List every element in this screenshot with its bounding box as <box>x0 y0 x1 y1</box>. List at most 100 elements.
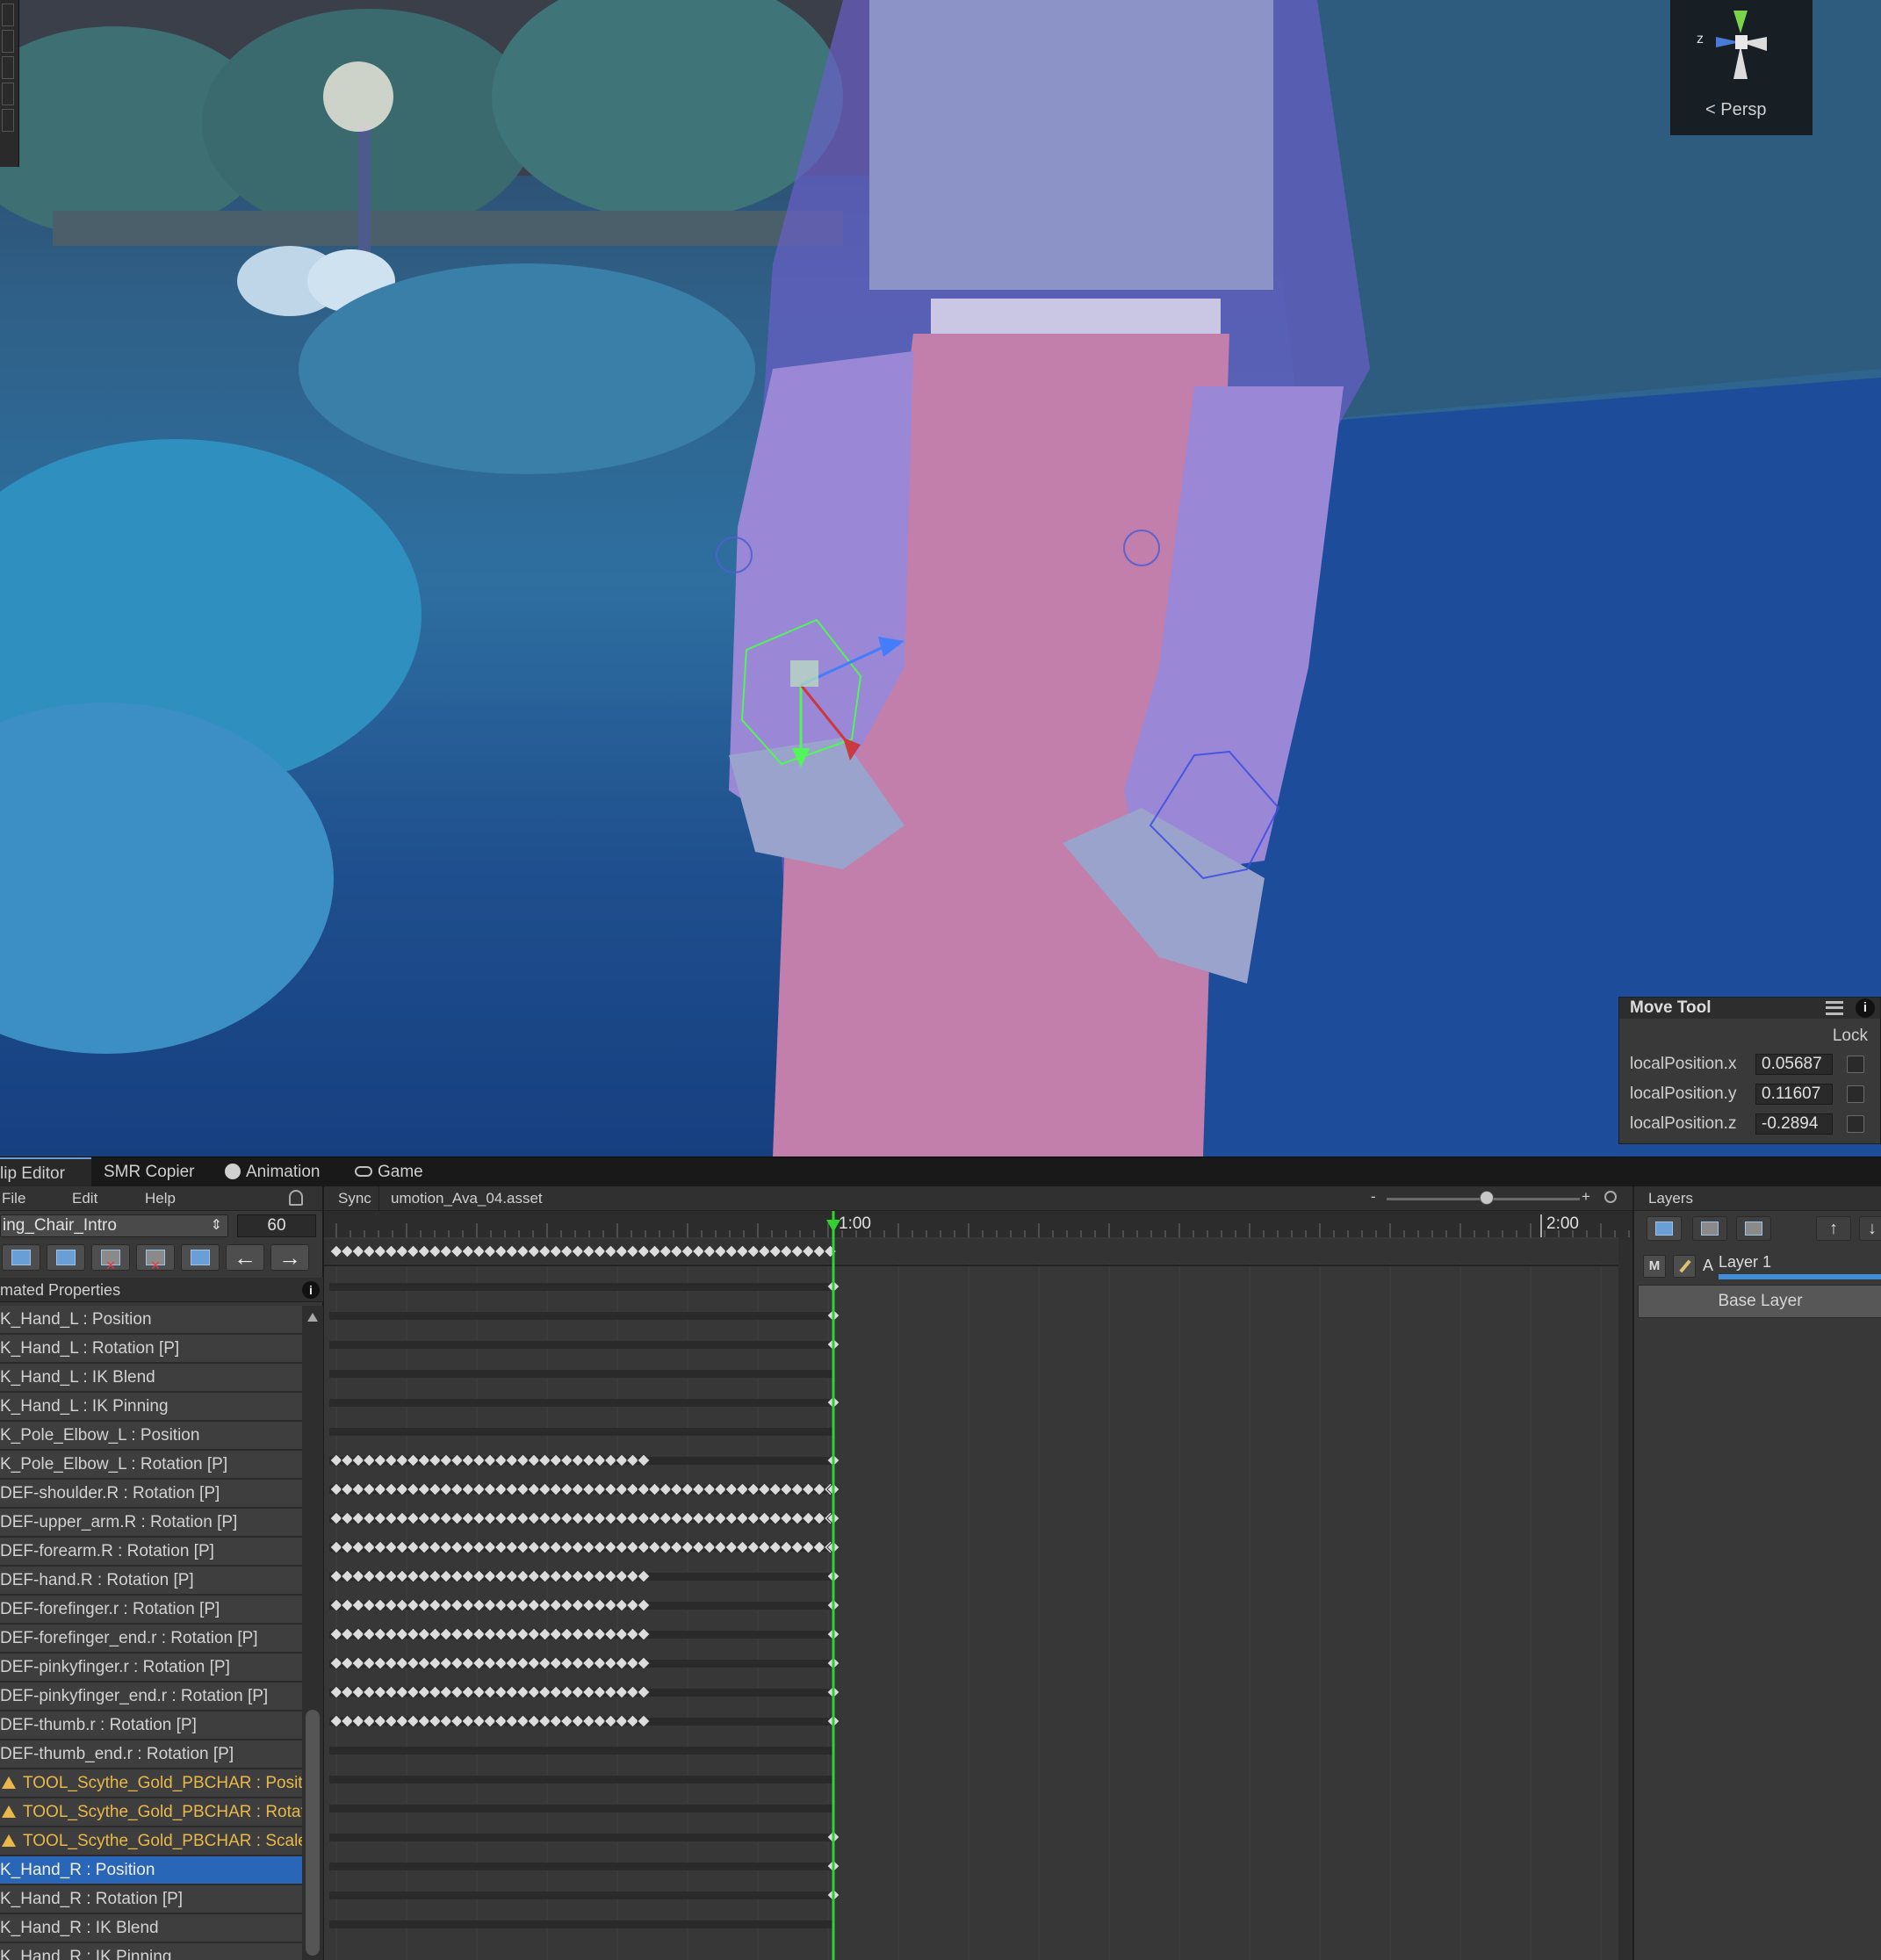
tab-smr-copier[interactable]: SMR Copier <box>104 1157 209 1187</box>
lock-x-checkbox[interactable] <box>1847 1056 1864 1073</box>
base-layer[interactable]: Base Layer <box>1638 1285 1881 1318</box>
projection-label[interactable]: < Persp <box>1705 100 1767 120</box>
dopesheet-canvas[interactable]: 1:00 2:00 <box>324 1211 1632 1960</box>
info-icon[interactable]: i <box>302 1281 320 1299</box>
lock-z-checkbox[interactable] <box>1847 1115 1864 1133</box>
search-icon[interactable] <box>1604 1191 1617 1203</box>
property-row[interactable]: K_Hand_L : IK Pinning <box>0 1393 302 1422</box>
zoom-in-button[interactable]: + <box>1582 1188 1590 1206</box>
tool-button[interactable] <box>2 56 14 79</box>
property-row[interactable]: DEF-shoulder.R : Rotation [P] <box>0 1480 302 1509</box>
property-row[interactable]: K_Hand_R : IK Blend <box>0 1914 302 1943</box>
layers-title: Layers <box>1634 1186 1881 1211</box>
ruler-label: 2:00 <box>1546 1214 1579 1233</box>
orientation-gizmo[interactable]: z < Persp <box>1670 0 1813 135</box>
property-row[interactable]: DEF-hand.R : Rotation [P] <box>0 1567 302 1596</box>
property-row[interactable]: K_Hand_R : IK Pinning <box>0 1943 302 1960</box>
property-row[interactable]: DEF-pinkyfinger.r : Rotation [P] <box>0 1654 302 1683</box>
tab-label: SMR Copier <box>104 1163 195 1181</box>
move-tool-title: Move Tool <box>1630 998 1712 1017</box>
position-y-field[interactable]: 0.11607 <box>1755 1084 1833 1105</box>
scene-view[interactable]: z < Persp Move Tool i Lock localPosition… <box>0 0 1881 1157</box>
property-label: TOOL_Scythe_Gold_PBCHAR : Scale <box>23 1832 302 1850</box>
scroll-thumb[interactable] <box>306 1710 320 1956</box>
property-row[interactable]: K_Pole_Elbow_L : Rotation [P] <box>0 1451 302 1480</box>
scroll-up-icon[interactable] <box>307 1313 318 1322</box>
prev-clip-button[interactable]: ← <box>226 1244 264 1271</box>
scene-toolstrip[interactable] <box>0 0 19 167</box>
tool-button[interactable] <box>2 109 14 132</box>
menu-help[interactable]: Help <box>145 1190 176 1207</box>
property-scrollbar[interactable] <box>302 1306 323 1960</box>
position-y-row: localPosition.y 0.11607 <box>1630 1084 1864 1105</box>
property-label: TOOL_Scythe_Gold_PBCHAR : Rotati <box>23 1803 302 1821</box>
move-tool-panel[interactable]: Move Tool i Lock localPosition.x 0.05687… <box>1618 997 1881 1144</box>
key-bar <box>329 1863 833 1870</box>
property-row[interactable]: K_Pole_Elbow_L : Position <box>0 1422 302 1451</box>
info-icon[interactable]: i <box>1856 998 1875 1018</box>
position-x-row: localPosition.x 0.05687 <box>1630 1054 1864 1075</box>
clip-select[interactable]: ing_Chair_Intro <box>0 1214 228 1237</box>
position-z-field[interactable]: -0.2894 <box>1755 1113 1833 1135</box>
remove-clip-button[interactable] <box>91 1244 130 1271</box>
sync-button[interactable]: Sync <box>338 1190 371 1207</box>
tab-game[interactable]: Game <box>355 1157 443 1187</box>
panel-tab-bar: lip Editor SMR Copier Animation Game <box>0 1157 1881 1187</box>
dopesheet-panel[interactable]: Sync umotion_Ava_04.asset - + 1:00 2:00 <box>324 1186 1632 1960</box>
next-clip-button[interactable]: → <box>270 1244 309 1271</box>
duplicate-clip-button[interactable] <box>47 1244 85 1271</box>
tab-animation[interactable]: Animation <box>225 1157 339 1187</box>
remove-layer-button[interactable] <box>1692 1216 1727 1241</box>
edit-layer-icon[interactable] <box>1673 1255 1696 1278</box>
property-row[interactable]: DEF-thumb.r : Rotation [P] <box>0 1711 302 1740</box>
tab-clip-editor[interactable]: lip Editor <box>0 1157 91 1187</box>
axis-gizmo-icon[interactable] <box>1670 0 1813 97</box>
add-layer-button[interactable] <box>1647 1216 1682 1241</box>
menu-icon[interactable] <box>1826 1001 1843 1015</box>
move-tool-header[interactable]: Move Tool i <box>1619 998 1880 1019</box>
property-row[interactable]: K_Hand_L : IK Blend <box>0 1364 302 1393</box>
property-row[interactable]: TOOL_Scythe_Gold_PBCHAR : Scale <box>0 1827 302 1856</box>
property-row[interactable]: TOOL_Scythe_Gold_PBCHAR : Positi <box>0 1769 302 1798</box>
property-list: K_Hand_L : Position K_Hand_L : Rotation [… <box>0 1306 302 1960</box>
move-layer-up-button[interactable]: ↑ <box>1816 1216 1851 1241</box>
property-label: K_Hand_R : Position <box>0 1861 155 1879</box>
menu-edit[interactable]: Edit <box>72 1190 97 1207</box>
property-row[interactable]: DEF-upper_arm.R : Rotation [P] <box>0 1509 302 1538</box>
key-bar <box>329 1805 833 1812</box>
property-row[interactable]: DEF-forearm.R : Rotation [P] <box>0 1538 302 1567</box>
import-clip-icon <box>191 1250 210 1265</box>
mute-layer-button[interactable]: M <box>1643 1255 1666 1278</box>
tool-button[interactable] <box>2 83 14 105</box>
z-axis-label: z <box>1697 32 1704 47</box>
asset-name: umotion_Ava_04.asset <box>391 1190 543 1207</box>
fps-field[interactable]: 60 <box>237 1214 316 1237</box>
bell-icon[interactable] <box>289 1190 303 1206</box>
delete-layer-button[interactable] <box>1736 1216 1771 1241</box>
property-row[interactable]: DEF-forefinger_end.r : Rotation [P] <box>0 1625 302 1654</box>
timeline-scrollbar <box>1618 1237 1632 1960</box>
property-row[interactable]: DEF-thumb_end.r : Rotation [P] <box>0 1740 302 1769</box>
layer-weight-bar[interactable] <box>1719 1274 1881 1279</box>
delete-clip-button[interactable] <box>136 1244 175 1271</box>
zoom-out-button[interactable]: - <box>1371 1188 1376 1206</box>
clip-row: ing_Chair_Intro 60 <box>0 1214 323 1239</box>
position-x-field[interactable]: 0.05687 <box>1755 1054 1833 1075</box>
tool-button[interactable] <box>2 4 14 26</box>
property-row[interactable]: K_Hand_R : Position <box>0 1856 302 1885</box>
property-row[interactable]: K_Hand_R : Rotation [P] <box>0 1885 302 1914</box>
layer-row[interactable]: M A Layer 1 <box>1643 1251 1881 1283</box>
property-row[interactable]: TOOL_Scythe_Gold_PBCHAR : Rotati <box>0 1798 302 1827</box>
property-row[interactable]: DEF-forefinger.r : Rotation [P] <box>0 1596 302 1625</box>
property-label: DEF-thumb.r : Rotation [P] <box>0 1716 197 1734</box>
property-row[interactable]: K_Hand_L : Rotation [P] <box>0 1335 302 1364</box>
tool-button[interactable] <box>2 30 14 53</box>
add-clip-button[interactable] <box>2 1244 40 1271</box>
zoom-slider-thumb[interactable] <box>1480 1191 1495 1205</box>
menu-file[interactable]: File <box>2 1190 25 1207</box>
import-clip-button[interactable] <box>181 1244 220 1271</box>
move-layer-down-button[interactable]: ↓ <box>1859 1216 1881 1241</box>
property-row[interactable]: DEF-pinkyfinger_end.r : Rotation [P] <box>0 1683 302 1711</box>
property-row[interactable]: K_Hand_L : Position <box>0 1306 302 1335</box>
lock-y-checkbox[interactable] <box>1847 1085 1864 1103</box>
